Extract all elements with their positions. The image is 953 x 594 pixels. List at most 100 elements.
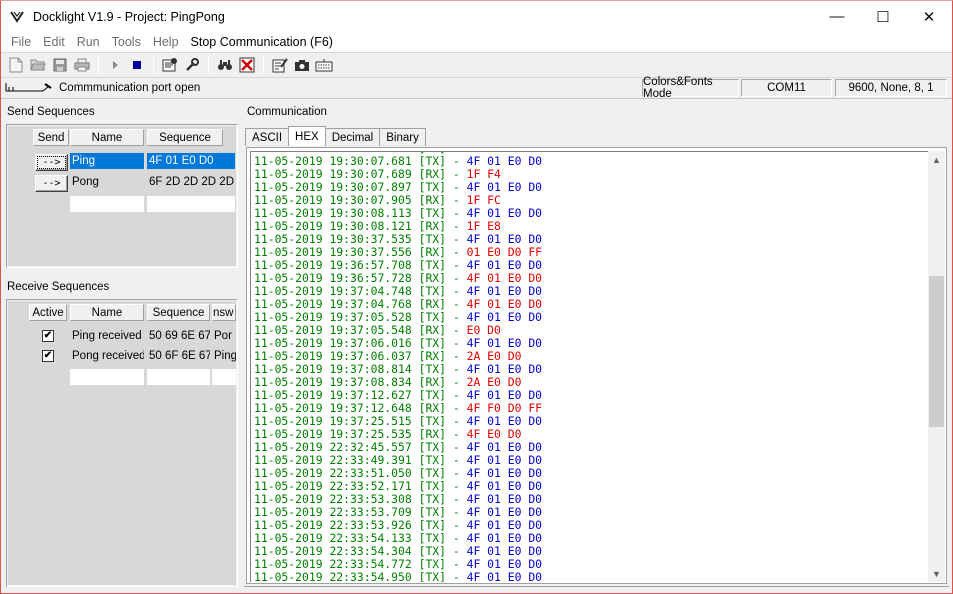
log-sep: ] - (439, 271, 467, 285)
snapshot-button[interactable] (292, 55, 312, 75)
receive-answer-cell[interactable]: Por (212, 328, 236, 344)
scroll-down-arrow[interactable]: ▼ (928, 565, 945, 582)
receive-seq-name-cell[interactable]: Ping received (70, 328, 144, 344)
send-ping-button[interactable]: --> (35, 154, 68, 171)
send-arrow-label: --> (42, 178, 61, 189)
log-direction: TX (425, 531, 440, 545)
sequence-column-header[interactable]: Sequence (147, 129, 223, 146)
new-send-name-cell[interactable] (70, 196, 144, 212)
log-time: 19:36:57.708 (329, 258, 412, 272)
new-button[interactable] (6, 55, 26, 75)
log-direction: RX (425, 193, 440, 207)
new-receive-value-cell[interactable] (147, 369, 210, 385)
log-scrollbar[interactable]: ▲ ▼ (928, 151, 945, 582)
communication-log[interactable]: 11-05-2019 19:30:07.443 [RX] - 1F F411-0… (250, 151, 928, 582)
active-checkbox[interactable]: ✔ (42, 330, 54, 342)
log-direction: RX (425, 349, 440, 363)
tab-decimal[interactable]: Decimal (324, 128, 381, 146)
sequence-column-header[interactable]: Sequence (147, 304, 210, 321)
log-data: 01 E0 D0 FF (466, 245, 543, 259)
start-button[interactable] (105, 55, 125, 75)
close-button[interactable]: ✕ (906, 1, 952, 32)
send-column-header[interactable]: Send (33, 129, 69, 146)
name-column-header[interactable]: Name (70, 129, 144, 146)
edit-button[interactable] (270, 55, 290, 75)
receive-seq-name-cell[interactable]: Pong received (70, 348, 144, 364)
log-date: 11-05-2019 (254, 557, 323, 571)
log-data: 4F 01 E0 D0 (466, 180, 543, 194)
com-port-text: COM11 (767, 82, 806, 94)
menu-run[interactable]: Run (71, 35, 106, 49)
chevron-down-icon: ▼ (932, 568, 941, 579)
log-sep: [ (411, 310, 426, 324)
log-date: 11-05-2019 (254, 349, 323, 363)
stop-button[interactable] (127, 55, 147, 75)
log-time: 19:30:08.121 (329, 219, 412, 233)
receive-answer-cell[interactable]: Ping (212, 348, 236, 364)
log-direction: TX (425, 466, 440, 480)
receive-seq-value-cell[interactable]: 50 69 6E 67 (147, 328, 210, 344)
log-sep: [ (411, 284, 426, 298)
keyboard-button[interactable] (314, 55, 334, 75)
new-receive-answer-cell[interactable] (212, 369, 236, 385)
port-status: Commmunication port open (5, 79, 200, 97)
menu-tools[interactable]: Tools (106, 35, 147, 49)
send-seq-value-cell[interactable]: 6F 2D 2D 2D 2D (147, 174, 235, 190)
answer-column-header[interactable]: nsw (212, 304, 236, 321)
scroll-thumb[interactable] (929, 276, 944, 427)
log-direction: RX (425, 323, 440, 337)
tab-hex[interactable]: HEX (288, 126, 326, 146)
log-time: 22:32:45.557 (329, 440, 412, 454)
clear-button[interactable] (237, 55, 257, 75)
tab-binary[interactable]: Binary (379, 128, 426, 146)
log-sep: ] - (439, 323, 467, 337)
log-sep: [ (411, 271, 426, 285)
maximize-button[interactable]: ☐ (860, 1, 906, 32)
options-button[interactable] (182, 55, 202, 75)
log-sep: [ (411, 232, 426, 246)
open-button[interactable] (28, 55, 48, 75)
log-data: 4F 01 E0 D0 (466, 258, 543, 272)
toolbar-separator (263, 56, 264, 74)
new-send-value-cell[interactable] (147, 196, 235, 212)
open-folder-icon (30, 59, 46, 71)
project-settings-button[interactable] (160, 55, 180, 75)
menu-file[interactable]: File (5, 35, 37, 49)
menu-edit[interactable]: Edit (37, 35, 71, 49)
log-sep: [ (411, 401, 426, 415)
send-seq-name-cell[interactable]: Ping (70, 153, 144, 169)
active-checkbox[interactable]: ✔ (42, 350, 54, 362)
new-receive-name-cell[interactable] (70, 369, 144, 385)
log-time: 19:30:08.113 (329, 206, 412, 220)
check-icon: ✔ (43, 350, 53, 361)
send-pong-button[interactable]: --> (35, 175, 68, 192)
log-time: 19:37:04.768 (329, 297, 412, 311)
find-button[interactable] (215, 55, 235, 75)
new-file-icon (9, 57, 23, 73)
log-time: 19:37:04.748 (329, 284, 412, 298)
log-date: 11-05-2019 (254, 219, 323, 233)
save-button[interactable] (50, 55, 70, 75)
log-sep: [ (411, 440, 426, 454)
send-seq-name-cell[interactable]: Pong (70, 174, 144, 190)
log-sep: ] - (439, 258, 467, 272)
log-sep: [ (411, 388, 426, 402)
menu-stop-communication[interactable]: Stop Communication (F6) (185, 35, 339, 49)
scroll-up-arrow[interactable]: ▲ (928, 151, 945, 168)
log-time: 19:37:06.037 (329, 349, 412, 363)
log-time: 19:37:08.834 (329, 375, 412, 389)
log-direction: RX (425, 375, 440, 389)
name-column-header[interactable]: Name (70, 304, 144, 321)
log-time: 22:33:53.709 (329, 505, 412, 519)
log-sep: ] - (439, 531, 467, 545)
menu-help[interactable]: Help (147, 35, 185, 49)
log-date: 11-05-2019 (254, 440, 323, 454)
receive-seq-value-cell[interactable]: 50 6F 6E 67 (147, 348, 210, 364)
tab-ascii[interactable]: ASCII (245, 128, 290, 146)
log-sep: [ (411, 557, 426, 571)
send-seq-value-cell[interactable]: 4F 01 E0 D0 (147, 153, 235, 169)
print-button[interactable] (72, 55, 92, 75)
log-sep: [ (411, 167, 426, 181)
active-column-header[interactable]: Active (29, 304, 67, 321)
minimize-button[interactable]: — (814, 1, 860, 32)
